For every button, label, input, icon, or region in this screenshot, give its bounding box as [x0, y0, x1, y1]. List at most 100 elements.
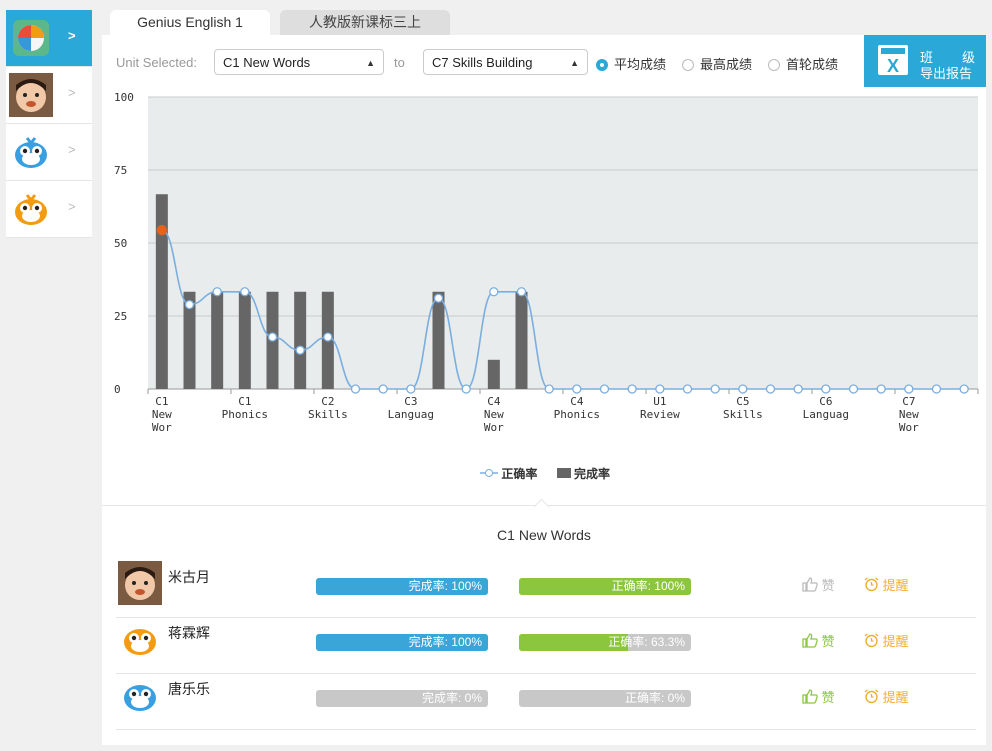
accuracy-point	[406, 384, 416, 394]
x-tick-label: C1	[238, 395, 251, 408]
tab-genius-english[interactable]: Genius English 1	[110, 10, 270, 35]
to-unit-select[interactable]: C7 Skills Building ▲	[423, 49, 588, 75]
accuracy-point	[738, 384, 748, 394]
select-arrows-icon: ▲	[366, 58, 375, 68]
x-tick-label: C4	[570, 395, 584, 408]
remind-label: 提醒	[882, 690, 909, 705]
student-row: 米古月完成率: 100% 正确率: 100% 赞 提醒	[116, 561, 976, 618]
student-name: 米古月	[168, 569, 210, 585]
x-tick-label: C5	[736, 395, 749, 408]
accuracy-point	[627, 384, 637, 394]
from-unit-value: C1 New Words	[223, 55, 311, 70]
accuracy-text: 正确率: 100%	[611, 579, 685, 593]
radio-first-round-score[interactable]: 首轮成绩	[768, 54, 838, 73]
legend-label: 正确率	[501, 467, 538, 481]
x-tick-label: Wor	[484, 421, 504, 434]
chevron-right-icon: >	[68, 199, 76, 214]
accuracy-bar: 正确率: 63.3%	[519, 634, 691, 651]
sidebar-item-student-3[interactable]: >	[6, 181, 92, 238]
radio-label: 平均成绩	[614, 57, 667, 72]
accuracy-point	[655, 384, 665, 394]
x-tick-label: Languag	[803, 408, 849, 421]
tab-pep-grade3[interactable]: 人教版新课标三上	[280, 10, 450, 35]
completion-bar: 完成率: 100%	[316, 578, 488, 595]
accuracy-text: 正确率: 0%	[624, 691, 685, 705]
accuracy-point	[821, 384, 831, 394]
to-unit-value: C7 Skills Building	[432, 55, 533, 70]
like-label: 赞	[821, 690, 835, 705]
chart-legend: 正确率 完成率	[480, 465, 626, 482]
chevron-right-icon: >	[68, 28, 76, 43]
student-name: 唐乐乐	[168, 681, 210, 697]
x-tick-label: C3	[404, 395, 417, 408]
radio-dot-icon	[596, 59, 608, 71]
toolbar: Unit Selected: C1 New Words ▲ to C7 Skil…	[102, 35, 986, 87]
like-button[interactable]: 赞	[802, 687, 835, 706]
accuracy-point	[544, 384, 554, 394]
radio-dot-icon	[768, 59, 780, 71]
like-button[interactable]: 赞	[802, 575, 835, 594]
x-tick-label: C1	[155, 395, 168, 408]
sidebar-item-student-2[interactable]: >	[6, 124, 92, 181]
x-tick-label: Languag	[388, 408, 434, 421]
radio-label: 最高成绩	[700, 57, 753, 72]
accuracy-point	[876, 384, 886, 394]
accuracy-point	[184, 299, 195, 310]
remind-label: 提醒	[882, 634, 909, 649]
x-tick-label: C2	[321, 395, 334, 408]
accuracy-bar: 正确率: 0%	[519, 690, 691, 707]
radio-label: 首轮成绩	[786, 57, 839, 72]
radio-average-score[interactable]: 平均成绩	[596, 54, 666, 73]
student-sidebar: > > > >	[6, 10, 92, 238]
radio-highest-score[interactable]: 最高成绩	[682, 54, 752, 73]
y-tick-label: 75	[114, 164, 127, 177]
chevron-right-icon: >	[68, 85, 76, 100]
thumbs-up-icon	[802, 689, 818, 704]
student-name: 蒋霖辉	[168, 625, 210, 641]
accuracy-point	[323, 332, 333, 342]
like-label: 赞	[821, 634, 835, 649]
completion-text: 完成率: 0%	[421, 691, 482, 705]
sidebar-item-class[interactable]: >	[6, 10, 92, 67]
accuracy-point	[433, 293, 444, 303]
remind-label: 提醒	[882, 578, 909, 593]
x-tick-label: New	[152, 408, 172, 421]
completion-text: 完成率: 100%	[408, 635, 482, 649]
legend-label: 完成率	[574, 467, 611, 481]
accuracy-point	[156, 225, 167, 236]
from-unit-select[interactable]: C1 New Words ▲	[214, 49, 384, 75]
bar-completion	[487, 359, 500, 389]
remind-button[interactable]: 提醒	[864, 687, 909, 706]
x-tick-label: C7	[902, 395, 915, 408]
bar-completion	[432, 291, 445, 389]
bar-completion	[515, 291, 528, 389]
student-photo-avatar	[118, 561, 162, 605]
completion-bar: 完成率: 100%	[316, 634, 488, 651]
accuracy-point	[461, 384, 471, 394]
remind-button[interactable]: 提醒	[864, 575, 909, 594]
radio-dot-icon	[682, 59, 694, 71]
accuracy-point	[931, 384, 942, 394]
chevron-right-icon: >	[68, 142, 76, 157]
student-row: 唐乐乐完成率: 0% 正确率: 0% 赞 提醒	[116, 673, 976, 730]
to-label: to	[394, 55, 405, 70]
x-tick-label: C4	[487, 395, 501, 408]
accuracy-point	[267, 332, 278, 342]
app-logo-icon	[13, 20, 49, 56]
accuracy-text: 正确率: 63.3%	[608, 635, 685, 649]
x-tick-label: Skills	[723, 408, 763, 421]
orange-mascot-avatar	[15, 194, 47, 225]
like-label: 赞	[821, 578, 835, 593]
square-legend-icon	[556, 468, 571, 478]
like-button[interactable]: 赞	[802, 631, 835, 650]
blue-mascot-avatar	[15, 137, 47, 168]
accuracy-point	[516, 287, 527, 297]
bar-completion	[155, 194, 168, 389]
accuracy-bar: 正确率: 100%	[519, 578, 691, 595]
export-report-button[interactable]: X 班 级 导出报告	[864, 35, 986, 87]
x-tick-label: Skills	[308, 408, 348, 421]
sidebar-item-student-1[interactable]: >	[6, 67, 92, 124]
student-row: 蒋霖辉完成率: 100% 正确率: 63.3% 赞 提醒	[116, 617, 976, 674]
x-tick-label: Phonics	[554, 408, 600, 421]
remind-button[interactable]: 提醒	[864, 631, 909, 650]
